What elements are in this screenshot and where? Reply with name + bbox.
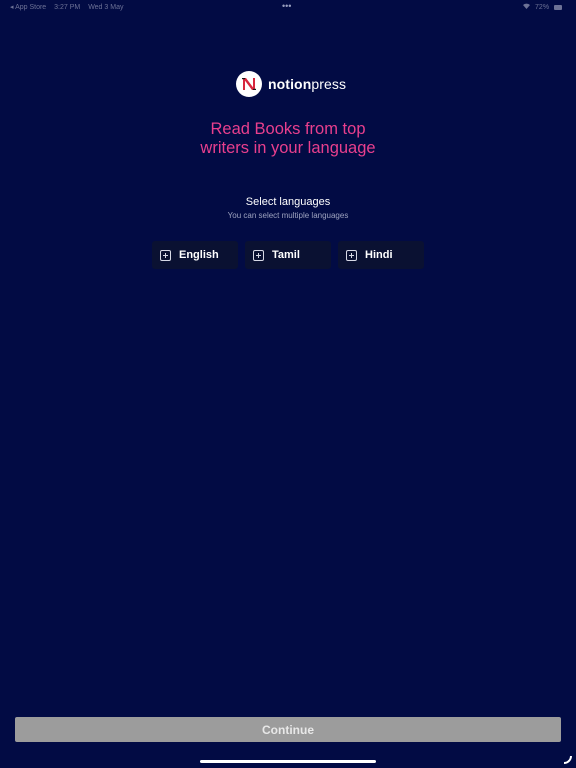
language-label: Hindi [365, 249, 393, 261]
logo-mark-icon [236, 71, 262, 97]
battery-icon [554, 4, 562, 10]
language-option-english[interactable]: English [152, 241, 238, 269]
language-label: Tamil [272, 249, 300, 261]
status-bar: ◂ App Store 3:27 PM Wed 3 May ••• 72% [0, 0, 576, 14]
status-right: 72% [523, 3, 562, 11]
select-languages-title: Select languages [245, 196, 331, 208]
language-option-tamil[interactable]: Tamil [245, 241, 331, 269]
plus-square-icon [160, 249, 171, 261]
page-headline: Read Books from top writers in your lang… [200, 120, 376, 157]
battery-percent: 72% [535, 4, 550, 11]
notionpress-logo: notionpress [236, 71, 346, 97]
logo-word-light: press [311, 76, 347, 92]
logo-wordmark: notionpress [268, 76, 346, 92]
back-to-app-link[interactable]: ◂ App Store [10, 4, 46, 11]
onboarding-screen: ◂ App Store 3:27 PM Wed 3 May ••• 72% no… [0, 0, 576, 768]
select-languages-subtitle: You can select multiple languages [227, 211, 349, 220]
language-option-hindi[interactable]: Hindi [338, 241, 424, 269]
multitasking-dots-icon[interactable]: ••• [282, 2, 291, 11]
status-left: ◂ App Store 3:27 PM Wed 3 May [10, 3, 129, 11]
logo-word-strong: notion [268, 76, 312, 92]
plus-square-icon [253, 249, 264, 261]
resize-corner-icon[interactable] [564, 756, 572, 764]
wifi-icon [523, 3, 531, 11]
language-label: English [179, 249, 219, 261]
status-date: Wed 3 May [88, 4, 124, 11]
language-options: English Tamil Hindi [152, 241, 424, 269]
status-time: 3:27 PM [54, 4, 81, 11]
home-indicator[interactable] [200, 760, 376, 763]
plus-square-icon [346, 249, 357, 261]
continue-button[interactable]: Continue [15, 717, 561, 742]
